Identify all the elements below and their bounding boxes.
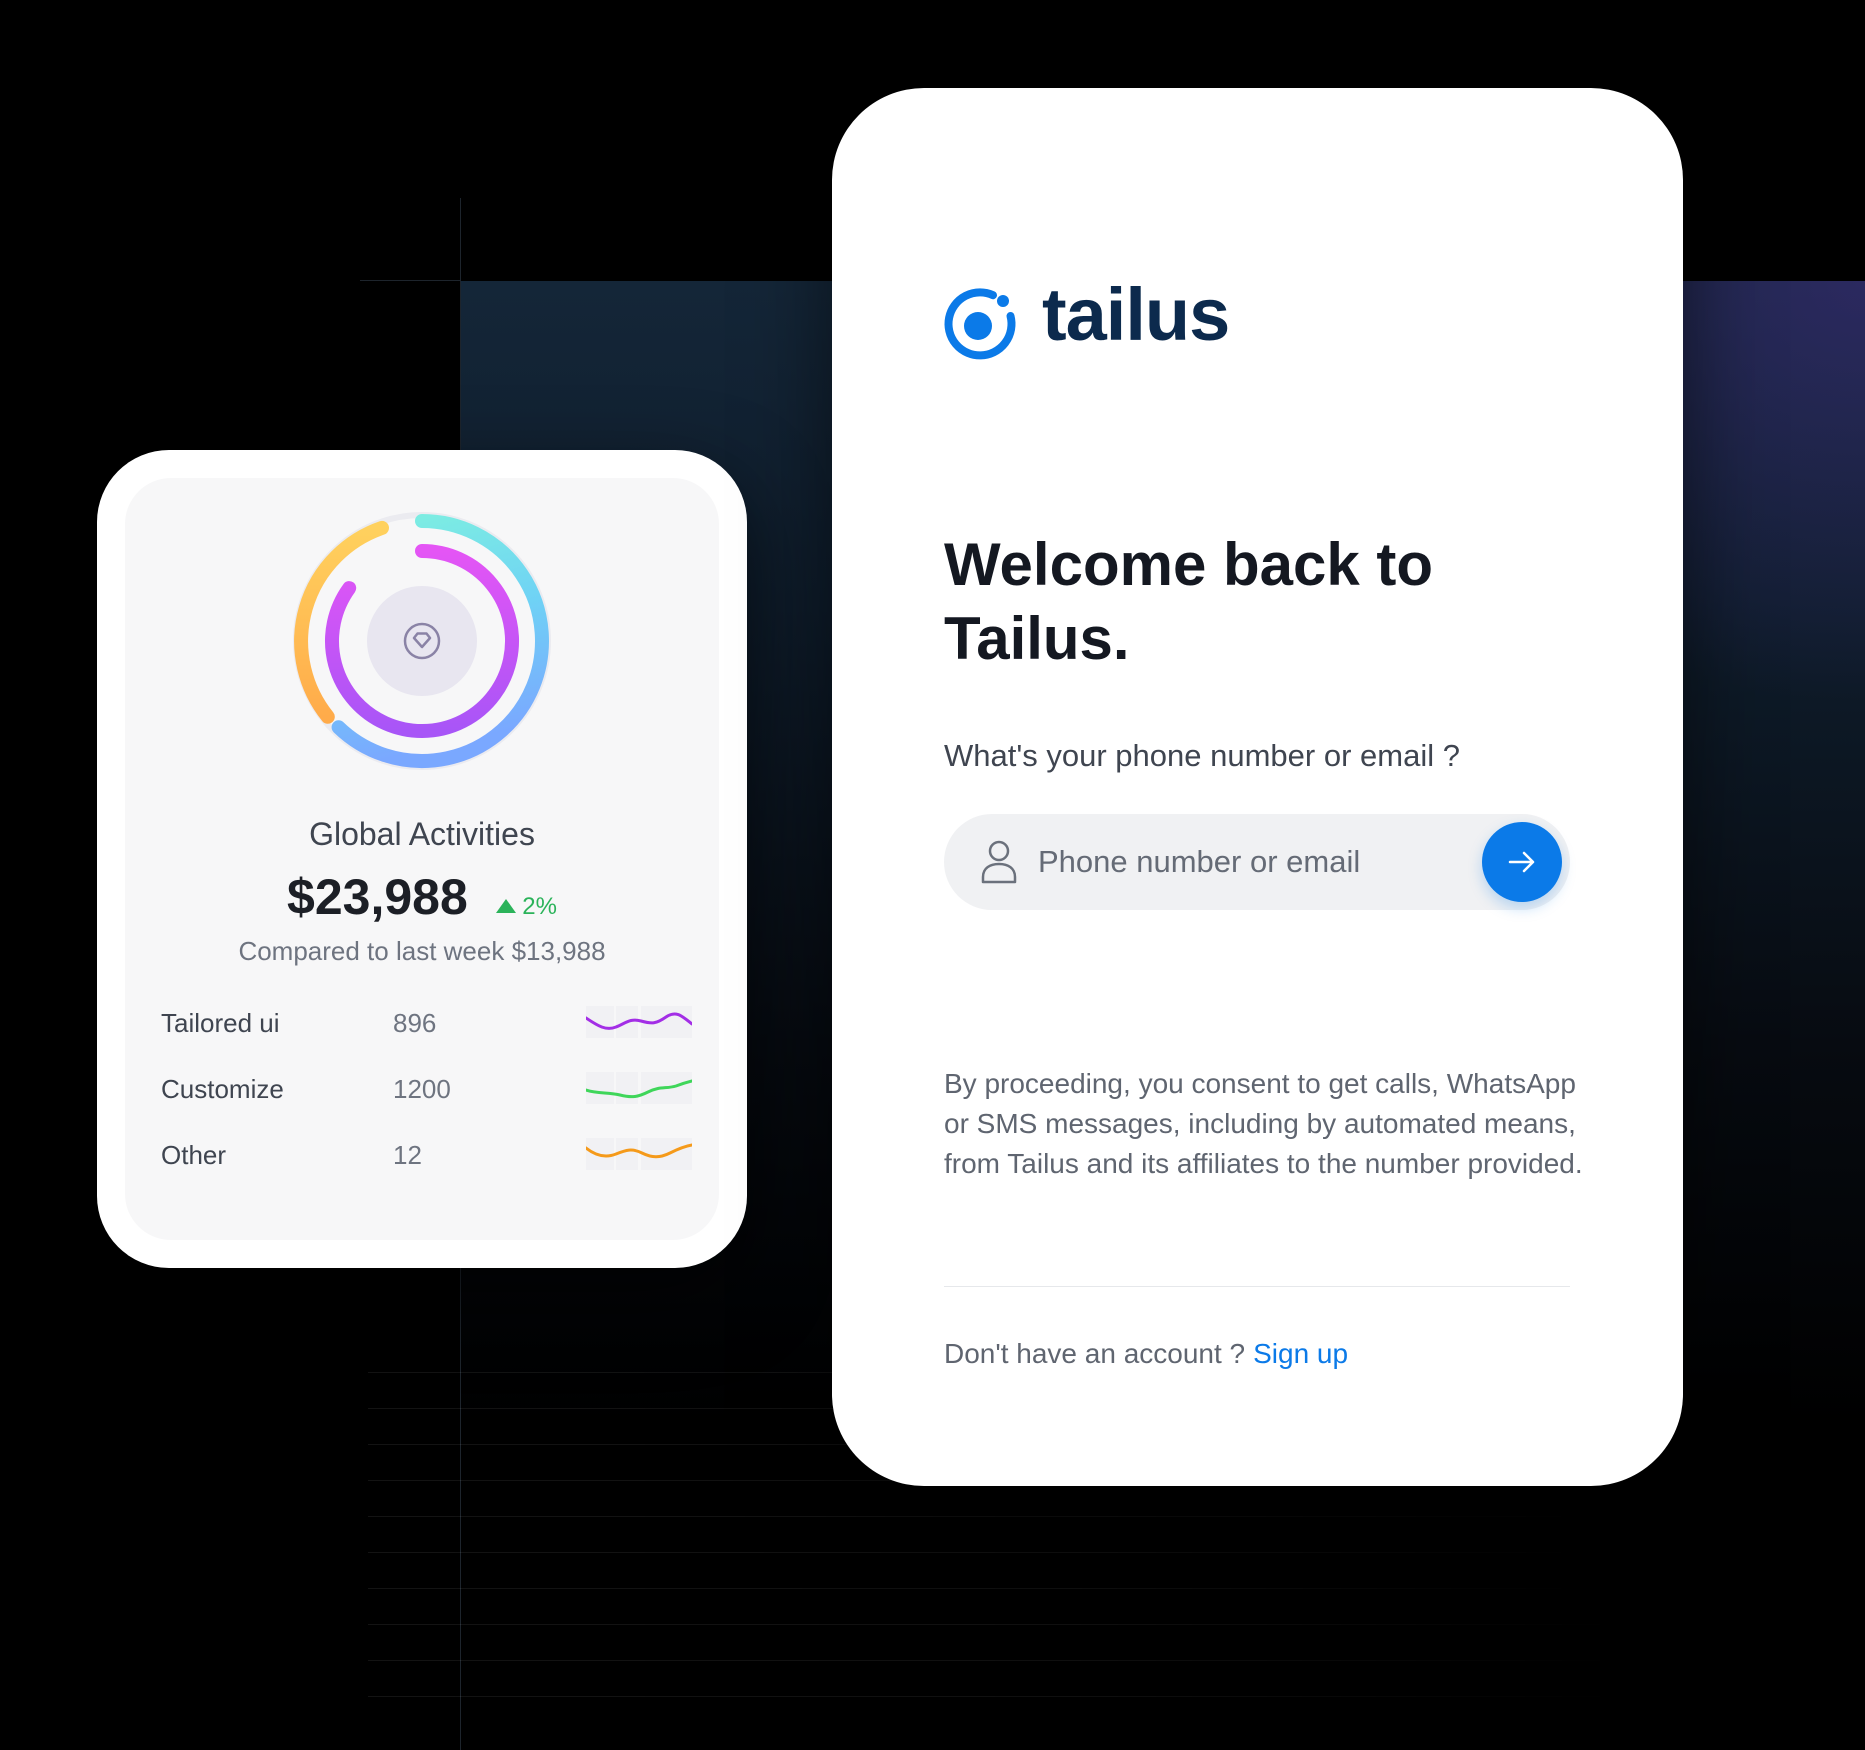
stats-row-value: 12 xyxy=(393,1140,422,1170)
activity-ring-chart xyxy=(293,512,551,770)
login-card: tailus Welcome back to Tailus. What's yo… xyxy=(832,88,1683,1486)
user-icon xyxy=(981,840,1017,884)
global-activities-card: Global Activities $23,988 2% Compared to… xyxy=(97,450,747,1268)
stats-row-label: Tailored ui xyxy=(161,1008,280,1038)
signup-prompt: Don't have an account ? xyxy=(944,1338,1246,1369)
stats-row: Other 12 xyxy=(125,1136,719,1176)
stats-row: Tailored ui 896 xyxy=(125,1004,719,1044)
sparkline-other xyxy=(586,1138,692,1170)
brand-name: tailus xyxy=(1042,273,1230,356)
divider xyxy=(944,1286,1570,1287)
stats-row-value: 1200 xyxy=(393,1074,451,1104)
contact-question-label: What's your phone number or email ? xyxy=(944,738,1460,773)
stats-row: Customize 1200 xyxy=(125,1070,719,1110)
page-title: Welcome back to Tailus. xyxy=(944,531,1434,672)
consent-text: By proceeding, you consent to get calls,… xyxy=(944,1068,1583,1179)
stats-row-label: Customize xyxy=(161,1074,284,1104)
continue-button[interactable] xyxy=(1482,822,1562,902)
stats-compare: Compared to last week $13,988 xyxy=(238,936,606,966)
contact-input-group xyxy=(944,814,1570,910)
stats-change-value: 2% xyxy=(522,893,557,920)
signup-row: Don't have an account ? Sign up xyxy=(944,1338,1348,1370)
contact-input[interactable] xyxy=(1038,838,1468,886)
signup-link[interactable]: Sign up xyxy=(1253,1338,1348,1369)
stats-change: 2% xyxy=(496,893,557,921)
ring-center xyxy=(367,586,477,696)
stats-title: Global Activities xyxy=(309,816,535,852)
sparkline-customize xyxy=(586,1072,692,1104)
arrow-right-icon xyxy=(1508,851,1535,873)
stats-row-value: 896 xyxy=(393,1008,437,1038)
background-grid-line xyxy=(360,280,461,281)
stats-value-row: $23,988 2% xyxy=(125,868,719,928)
sparkline-tailored-ui xyxy=(586,1006,692,1038)
stats-value: $23,988 xyxy=(287,869,468,925)
stats-row-label: Other xyxy=(161,1140,227,1170)
trend-up-icon xyxy=(496,899,517,913)
tailus-logo-icon xyxy=(944,288,1016,360)
global-activities-panel: Global Activities $23,988 2% Compared to… xyxy=(125,478,719,1240)
